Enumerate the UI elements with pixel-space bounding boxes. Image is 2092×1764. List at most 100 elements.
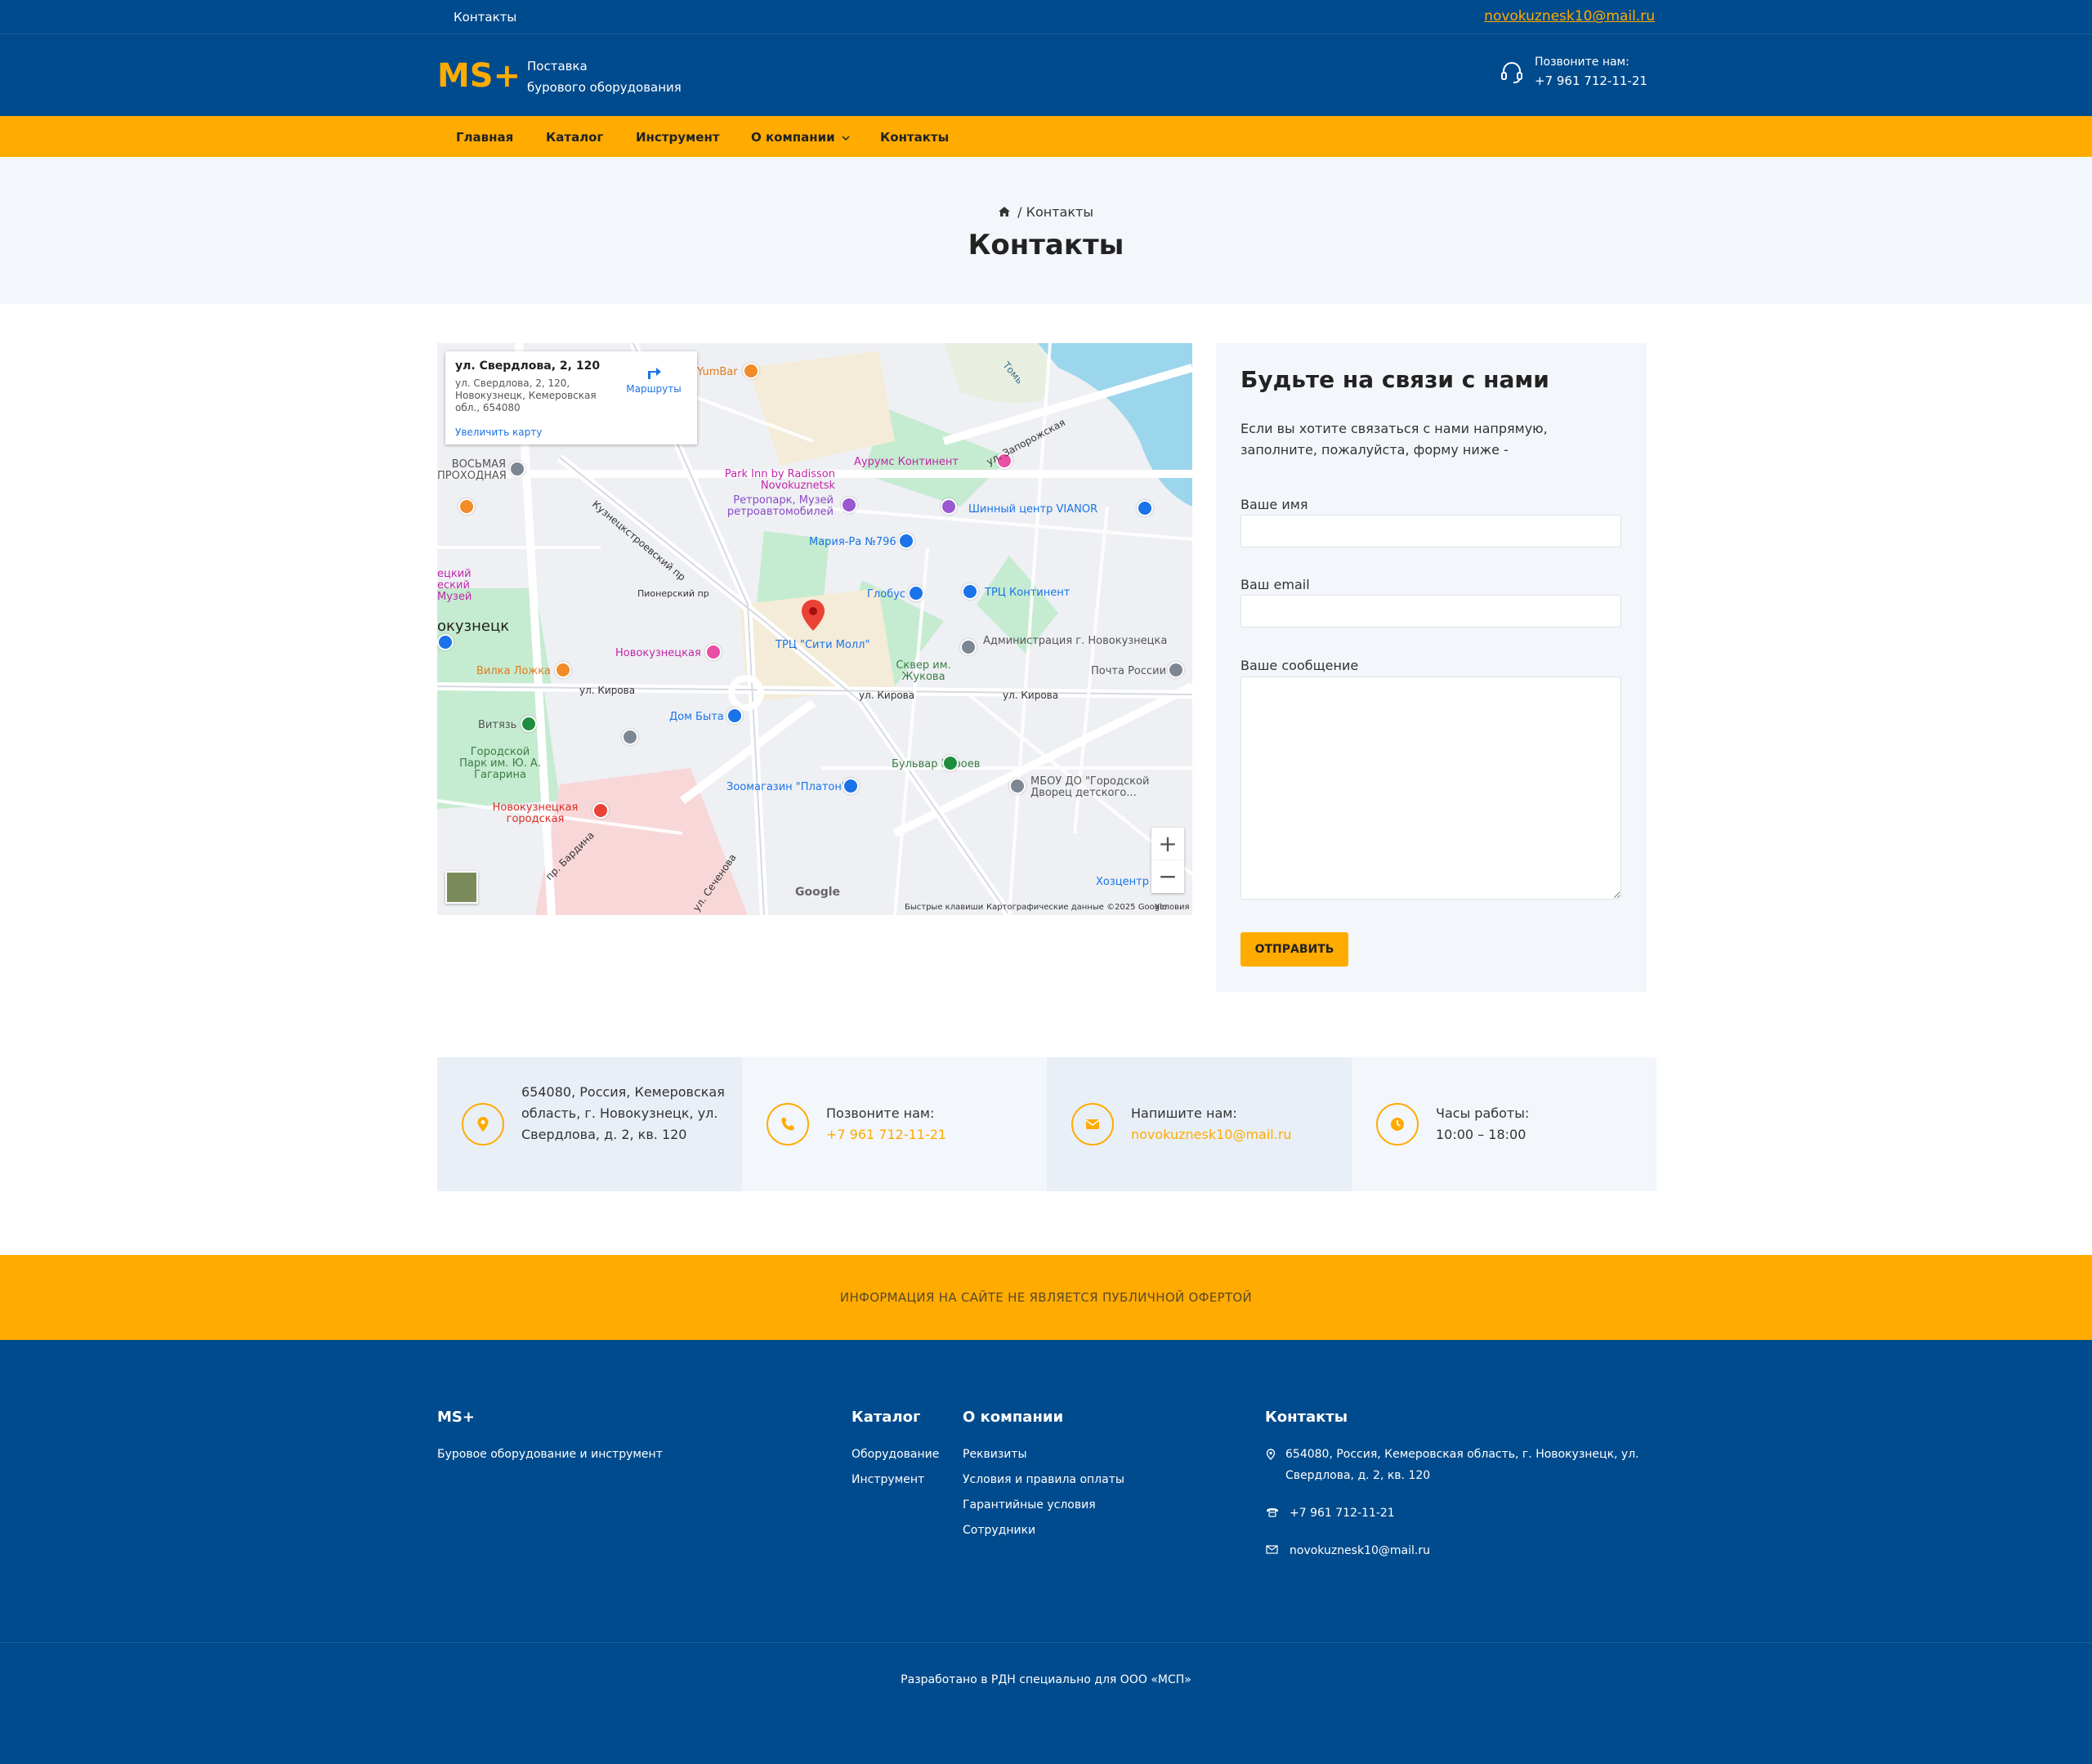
shop-icon[interactable]	[898, 533, 914, 549]
restaurant-icon-2[interactable]	[555, 662, 571, 678]
name-label: Ваше имя	[1240, 497, 1308, 512]
name-input[interactable]	[1240, 515, 1621, 547]
enlarge-map-link[interactable]: Увеличить карту	[455, 426, 542, 438]
map-label-museum: ецкий еский Музей	[437, 568, 472, 603]
topbar-email-link[interactable]: novokuznesk10@mail.ru	[1484, 8, 1655, 25]
tagline-line-1: Поставка	[527, 59, 588, 74]
offer-notice: ИНФОРМАЦИЯ НА САЙТЕ НЕ ЯВЛЯЕТСЯ ПУБЛИЧНО…	[839, 1290, 1253, 1305]
store-icon[interactable]	[1137, 500, 1153, 516]
clock-icon-circle	[1376, 1103, 1419, 1145]
map-label-globus: Глобус	[867, 588, 906, 601]
mail-send-icon	[1085, 1119, 1100, 1129]
map-label-google: Google	[795, 886, 841, 899]
footer-link-staff[interactable]: Сотрудники	[963, 1524, 1035, 1537]
footer-email[interactable]: novokuznesk10@mail.ru	[1290, 1544, 1430, 1557]
map-label-retro: Ретропарк, Музей ретроавтомобилей	[726, 494, 834, 518]
footer-link-tools[interactable]: Инструмент	[852, 1473, 924, 1486]
map-label-hospital: Новокузнецкая городская	[492, 802, 579, 825]
hospital-icon[interactable]	[592, 802, 609, 819]
email-input[interactable]	[1240, 595, 1621, 627]
footer-link-requisites[interactable]: Реквизиты	[963, 1448, 1027, 1461]
routes-button[interactable]: Маршруты	[625, 363, 682, 395]
monument-icon[interactable]	[942, 755, 959, 771]
map-label-admin: Администрация г. Новокузнецка	[983, 635, 1168, 647]
home-icon[interactable]	[999, 207, 1011, 217]
form-intro: Если вы хотите связаться с нами напрямую…	[1240, 421, 1548, 458]
footer-contacts-title: Контакты	[1265, 1409, 1348, 1426]
submit-button[interactable]: ОТПРАВИТЬ	[1240, 932, 1348, 967]
map-terms-link[interactable]: Условия	[1155, 903, 1190, 912]
breadcrumb-separator: /	[1017, 204, 1022, 220]
info-email: Напишите нам: novokuznesk10@mail.ru	[1047, 1057, 1352, 1191]
email-label: Ваш email	[1240, 577, 1310, 592]
nav-item-home[interactable]: Главная	[456, 130, 513, 145]
topbar-contacts-link[interactable]: Контакты	[454, 10, 516, 25]
nav-item-catalog[interactable]: Каталог	[546, 130, 603, 145]
zoom-in-button[interactable]: +	[1151, 828, 1184, 860]
map-data-credit: Картографические данные ©2025 Google	[986, 903, 1167, 912]
top-bar: Контакты novokuznesk10@mail.ru	[0, 0, 2092, 34]
restaurant-icon[interactable]	[743, 363, 759, 379]
chevron-down-icon	[842, 136, 850, 141]
location-marker-icon[interactable]	[802, 600, 825, 631]
footer-brand-desc: Буровое оборудование и инструмент	[437, 1448, 663, 1461]
footer-link-equipment[interactable]: Оборудование	[852, 1448, 939, 1461]
info-phone: Позвоните нам: +7 961 712-11-21	[742, 1057, 1047, 1191]
page-title-band: / Контакты Контакты	[0, 157, 2092, 304]
map-label-yumbar: YumBar	[697, 366, 738, 378]
mail-icon-circle	[1071, 1103, 1114, 1145]
info-email-link[interactable]: novokuznesk10@mail.ru	[1131, 1124, 1335, 1145]
map-label-vityaz: Витязь	[478, 719, 517, 731]
shopping-icon[interactable]	[908, 585, 924, 601]
breadcrumb: / Контакты	[0, 204, 2092, 220]
nav-item-about[interactable]: О компании	[751, 130, 850, 145]
map-label-pioneer: Пионерский пр	[637, 588, 709, 599]
site-logo[interactable]: MS+	[437, 57, 521, 95]
map-label-citymall: ТРЦ "Сити Молл"	[776, 639, 870, 651]
info-phone-link[interactable]: +7 961 712-11-21	[826, 1124, 1030, 1145]
zoom-out-button[interactable]: −	[1151, 860, 1184, 893]
museum-icon[interactable]	[841, 497, 857, 513]
school-icon[interactable]	[622, 729, 638, 745]
nav-item-contacts[interactable]: Контакты	[880, 130, 949, 145]
map-keyboard-shortcuts[interactable]: Быстрые клавиши	[905, 903, 983, 912]
map-label-vianor: Шинный центр VIANOR	[968, 503, 1098, 516]
park-icon[interactable]	[521, 716, 537, 732]
clock-icon	[1391, 1118, 1404, 1131]
nav-item-tools[interactable]: Инструмент	[636, 130, 720, 145]
routes-label: Маршруты	[626, 383, 682, 395]
embedded-map[interactable]: YumBar Аурумс Континент Park Inn by Radi…	[437, 343, 1192, 915]
directions-icon	[648, 368, 661, 379]
pet-store-icon[interactable]	[843, 778, 859, 794]
message-textarea[interactable]	[1240, 677, 1621, 900]
map-label-vilka: Вилка Ложка	[476, 665, 551, 677]
footer-catalog-title: Каталог	[852, 1409, 921, 1426]
landmark-icon[interactable]	[509, 461, 525, 477]
map-label-proh: ВОСЬМАЯ ПРОХОДНАЯ	[437, 458, 507, 482]
footer-link-warranty[interactable]: Гарантийные условия	[963, 1498, 1096, 1512]
footer-phone[interactable]: +7 961 712-11-21	[1290, 1507, 1395, 1520]
form-title: Будьте на связи с нами	[1240, 366, 1549, 393]
info-hours-label: Часы работы:	[1436, 1105, 1530, 1121]
map-label-maria: Мария-Ра №796	[809, 536, 896, 548]
map-label-hozcenter: Хозцентр	[1096, 876, 1149, 888]
restaurant-icon-3[interactable]	[458, 498, 475, 515]
site-header: MS+ Поставка бурового оборудования Позво…	[0, 34, 2092, 116]
footer-link-payment[interactable]: Условия и правила оплаты	[963, 1473, 1124, 1486]
footer-mail-icon	[1266, 1545, 1278, 1554]
shopping-icon-2[interactable]	[726, 708, 743, 724]
header-call-box: Позвоните нам: +7 961 712-11-21	[1500, 56, 1655, 96]
place-icon[interactable]	[941, 498, 957, 515]
header-phone[interactable]: +7 961 712-11-21	[1535, 74, 1647, 88]
hotel-icon-2[interactable]	[705, 644, 722, 660]
mall-icon-2[interactable]	[437, 634, 454, 650]
education-icon[interactable]	[1009, 778, 1026, 794]
mall-icon[interactable]	[962, 583, 978, 600]
mail-icon[interactable]	[1168, 662, 1184, 678]
offer-notice-band: ИНФОРМАЦИЯ НА САЙТЕ НЕ ЯВЛЯЕТСЯ ПУБЛИЧНО…	[0, 1255, 2092, 1340]
satellite-toggle[interactable]	[445, 871, 478, 904]
map-footer: Быстрые клавиши Картографические данные …	[437, 900, 1192, 915]
government-icon[interactable]	[960, 639, 977, 655]
map-label-kirova-2: ул. Кирова	[859, 690, 915, 701]
site-tagline: Поставка бурового оборудования	[527, 56, 723, 98]
